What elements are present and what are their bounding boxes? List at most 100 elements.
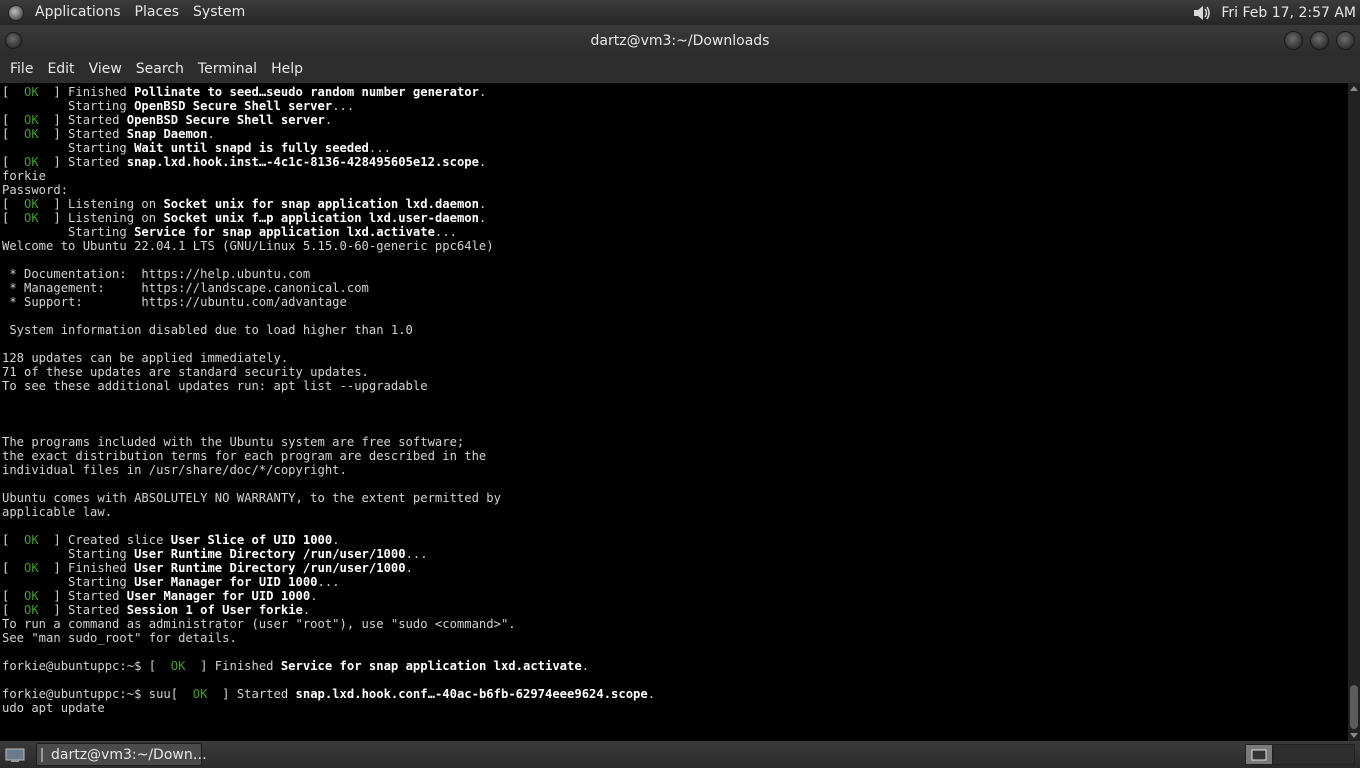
- terminal-text: User Runtime Directory /run/user/1000: [134, 561, 406, 575]
- status-ok-label: OK: [24, 197, 39, 211]
- terminal-text: ...: [405, 547, 428, 561]
- terminal-text: System information disabled due to load …: [2, 323, 413, 337]
- terminal-text: [: [2, 561, 25, 575]
- terminal-text: forkie@ubuntuppc:~$ [: [2, 659, 171, 673]
- terminal-text: .: [207, 127, 215, 141]
- terminal-text: See "man sudo_root" for details.: [2, 631, 237, 645]
- terminal-line: [ OK ] Started Session 1 of User forkie.: [2, 603, 1348, 617]
- menu-terminal[interactable]: Terminal: [191, 56, 264, 83]
- terminal-text: User Manager for UID 1000: [134, 575, 318, 589]
- terminal-line: The programs included with the Ubuntu sy…: [2, 435, 1348, 449]
- terminal-text: .: [647, 687, 656, 701]
- terminal-text: Socket unix f…p application lxd.user-dae…: [163, 211, 479, 225]
- close-button[interactable]: [1336, 31, 1355, 50]
- terminal-text: snap.lxd.hook.conf…-40ac-b6fb-62974eee96…: [295, 687, 648, 701]
- workspace-1[interactable]: [1245, 744, 1273, 765]
- terminal-text: Starting: [2, 547, 135, 561]
- terminal-line: Password:: [2, 183, 1348, 197]
- terminal-text: Wait until snapd is fully seeded: [134, 141, 369, 155]
- terminal-text: Starting: [2, 141, 135, 155]
- terminal-line: * Documentation: https://help.ubuntu.com: [2, 267, 1348, 281]
- menu-search[interactable]: Search: [129, 56, 191, 83]
- menu-file[interactable]: File: [3, 56, 40, 83]
- terminal-text: ] Started: [38, 155, 127, 169]
- terminal-text: * Support: https://ubuntu.com/advantage: [2, 295, 347, 309]
- terminal-text: [: [2, 113, 25, 127]
- window-menu-icon[interactable]: [5, 32, 22, 49]
- terminal-text: 71 of these updates are standard securit…: [2, 365, 369, 379]
- minimize-button[interactable]: [1284, 31, 1303, 50]
- applications-menu[interactable]: Applications: [28, 0, 128, 25]
- terminal-text: 128 updates can be applied immediately.: [2, 351, 289, 365]
- taskbar-terminal-label: dartz@vm3:~/Down…: [51, 746, 207, 763]
- terminal-text: To see these additional updates run: apt…: [2, 379, 428, 393]
- terminal-scrollbar[interactable]: [1348, 83, 1360, 741]
- workspace-2[interactable]: [1273, 744, 1355, 765]
- status-ok-label: OK: [24, 211, 39, 225]
- terminal-text: Socket unix for snap application lxd.dae…: [163, 197, 479, 211]
- terminal-line: To run a command as administrator (user …: [2, 617, 1348, 631]
- places-menu[interactable]: Places: [128, 0, 187, 25]
- terminal-line: [ OK ] Created slice User Slice of UID 1…: [2, 533, 1348, 547]
- menu-help[interactable]: Help: [264, 56, 310, 83]
- status-ok-label: OK: [24, 85, 39, 99]
- scroll-down-arrow-icon[interactable]: [1350, 733, 1358, 738]
- window-title-bar[interactable]: dartz@vm3:~/Downloads: [0, 25, 1360, 56]
- menu-view[interactable]: View: [82, 56, 129, 83]
- show-desktop-icon[interactable]: [4, 745, 26, 765]
- terminal-text: Ubuntu comes with ABSOLUTELY NO WARRANTY…: [2, 491, 501, 505]
- terminal-text: Starting: [2, 225, 135, 239]
- status-ok-label: OK: [24, 113, 39, 127]
- terminal-text: Password:: [2, 183, 69, 197]
- status-ok-label: OK: [24, 603, 39, 617]
- top-panel: Applications Places System Fri Feb 17, 2…: [0, 0, 1360, 25]
- scroll-thumb[interactable]: [1350, 684, 1358, 729]
- terminal-text: .: [478, 155, 487, 169]
- terminal-text: .: [324, 113, 333, 127]
- terminal-line: [ OK ] Started snap.lxd.hook.inst…-4c1c-…: [2, 155, 1348, 169]
- terminal-text: User Manager for UID 1000: [126, 589, 311, 603]
- terminal-text: Service for snap application lxd.activat…: [280, 659, 582, 673]
- terminal-text: [: [2, 85, 25, 99]
- terminal-line: Starting Service for snap application lx…: [2, 225, 1348, 239]
- terminal-text: Snap Daemon: [126, 127, 208, 141]
- clock[interactable]: Fri Feb 17, 2:57 AM: [1221, 5, 1360, 21]
- terminal-line: 71 of these updates are standard securit…: [2, 365, 1348, 379]
- terminal-icon: [41, 747, 43, 762]
- terminal-text: .: [581, 659, 590, 673]
- terminal-text: ...: [434, 225, 457, 239]
- terminal-line: [ OK ] Started Snap Daemon.: [2, 127, 1348, 141]
- system-menu[interactable]: System: [186, 0, 252, 25]
- terminal-text: Starting: [2, 575, 135, 589]
- terminal-line: * Support: https://ubuntu.com/advantage: [2, 295, 1348, 309]
- terminal-line: * Management: https://landscape.canonica…: [2, 281, 1348, 295]
- terminal-line: [ OK ] Started OpenBSD Secure Shell serv…: [2, 113, 1348, 127]
- menu-edit[interactable]: Edit: [40, 56, 81, 83]
- terminal-text: [: [2, 127, 25, 141]
- terminal-output[interactable]: [ OK ] Finished Pollinate to seed…seudo …: [0, 83, 1348, 741]
- terminal-text: .: [302, 603, 311, 617]
- terminal-text: User Runtime Directory /run/user/1000: [134, 547, 406, 561]
- status-ok-label: OK: [24, 155, 39, 169]
- terminal-text: Pollinate to seed…seudo random number ge…: [134, 85, 479, 99]
- terminal-text: ] Listening on: [38, 211, 164, 225]
- terminal-line: [ OK ] Started User Manager for UID 1000…: [2, 589, 1348, 603]
- terminal-line: Starting User Manager for UID 1000...: [2, 575, 1348, 589]
- terminal-text: udo apt update: [2, 701, 105, 715]
- maximize-button[interactable]: [1310, 31, 1329, 50]
- volume-icon[interactable]: [1191, 3, 1213, 23]
- distro-logo-icon[interactable]: [8, 4, 24, 21]
- scroll-track[interactable]: [1350, 95, 1358, 729]
- taskbar-terminal-button[interactable]: dartz@vm3:~/Down…: [36, 743, 207, 766]
- status-ok-label: OK: [24, 561, 39, 575]
- scroll-up-arrow-icon[interactable]: [1350, 86, 1358, 91]
- terminal-text: .: [405, 561, 413, 575]
- terminal-text: forkie@ubuntuppc:~$ suu[: [2, 687, 193, 701]
- terminal-text: Session 1 of User forkie: [126, 603, 303, 617]
- terminal-text: Starting: [2, 99, 135, 113]
- terminal-text: ] Created slice: [38, 533, 171, 547]
